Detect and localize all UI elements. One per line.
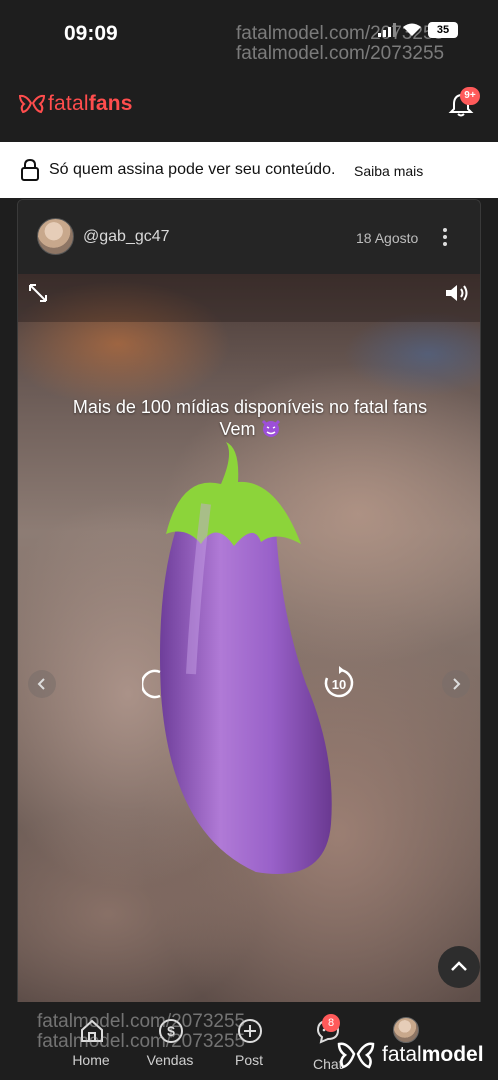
brand-name: fatalfans: [48, 92, 133, 116]
brand-name-light: fatal: [48, 92, 89, 115]
battery-icon: 35: [428, 22, 458, 38]
wifi-icon: [402, 23, 422, 37]
subscribe-notice: Só quem assina pode ver seu conteúdo. Sa…: [0, 142, 498, 198]
chevron-up-icon: [451, 961, 467, 971]
fatalmodel-logo: fatalmodel: [336, 1040, 484, 1070]
status-icons: 35: [378, 22, 458, 38]
chat-badge: 8: [322, 1014, 340, 1032]
brand-logo[interactable]: fatalfans: [18, 92, 133, 116]
watermark-line: fatalmodel.com/2073255: [37, 1031, 246, 1052]
chevron-left-icon: [37, 678, 45, 690]
post-username[interactable]: @gab_gc47: [83, 228, 170, 246]
fatalmodel-wordmark-bold: model: [421, 1043, 484, 1066]
brand-name-bold: fans: [88, 92, 133, 115]
post-media[interactable]: Mais de 100 mídias disponíveis no fatal …: [18, 274, 480, 1008]
forward-button[interactable]: 10: [322, 666, 356, 700]
forward-10-icon: 10: [324, 666, 354, 698]
media-toolbar: [18, 274, 480, 322]
rewind-icon[interactable]: [142, 668, 172, 700]
watermark-line: fatalmodel.com/2073255: [37, 1011, 246, 1032]
fatalmodel-wordmark-light: fatal: [382, 1043, 422, 1066]
notifications-badge: 9+: [460, 87, 480, 105]
butterfly-logo-icon: [337, 1042, 375, 1069]
nav-vendas-label: Vendas: [146, 1052, 194, 1068]
status-time: 09:09: [64, 22, 118, 45]
eggplant-icon: [160, 442, 332, 874]
post-date: 18 Agosto: [356, 230, 419, 246]
nav-post-label: Post: [234, 1052, 263, 1068]
chevron-right-icon: [453, 678, 461, 690]
notice-text: Só quem assina pode ver seu conteúdo.: [49, 161, 336, 178]
caption-line-1: Mais de 100 mídias disponíveis no fatal …: [72, 397, 428, 417]
app-header: fatalfans: [0, 70, 498, 142]
next-media-button[interactable]: [442, 670, 470, 698]
app-root: 09:09 fatalmodel.com/2073255 fatalmodel.…: [0, 0, 498, 1080]
volume-icon[interactable]: [444, 282, 472, 304]
lock-icon: [21, 158, 39, 181]
post-card: @gab_gc47 18 Agosto Mais de 100 mídias d…: [17, 199, 481, 1009]
previous-media-button[interactable]: [28, 670, 56, 698]
fatalmodel-wordmark: fatalmodel: [382, 1043, 484, 1067]
scroll-to-top-button[interactable]: [438, 946, 480, 988]
watermark-bottom: fatalmodel.com/2073255 fatalmodel.com/20…: [37, 1012, 245, 1052]
more-options-icon[interactable]: [438, 226, 452, 248]
learn-more-link[interactable]: Saiba mais: [354, 163, 423, 179]
nav-home-label: Home: [72, 1052, 110, 1068]
avatar[interactable]: [37, 218, 74, 255]
watermark-line: fatalmodel.com/2073255: [236, 43, 445, 64]
forward-seconds: 10: [332, 677, 346, 692]
signal-icon: [378, 23, 396, 37]
status-bar: 09:09 fatalmodel.com/2073255 fatalmodel.…: [0, 0, 498, 70]
expand-icon[interactable]: [28, 283, 48, 303]
post-header: @gab_gc47 18 Agosto: [18, 200, 480, 274]
butterfly-logo-icon: [18, 94, 46, 114]
